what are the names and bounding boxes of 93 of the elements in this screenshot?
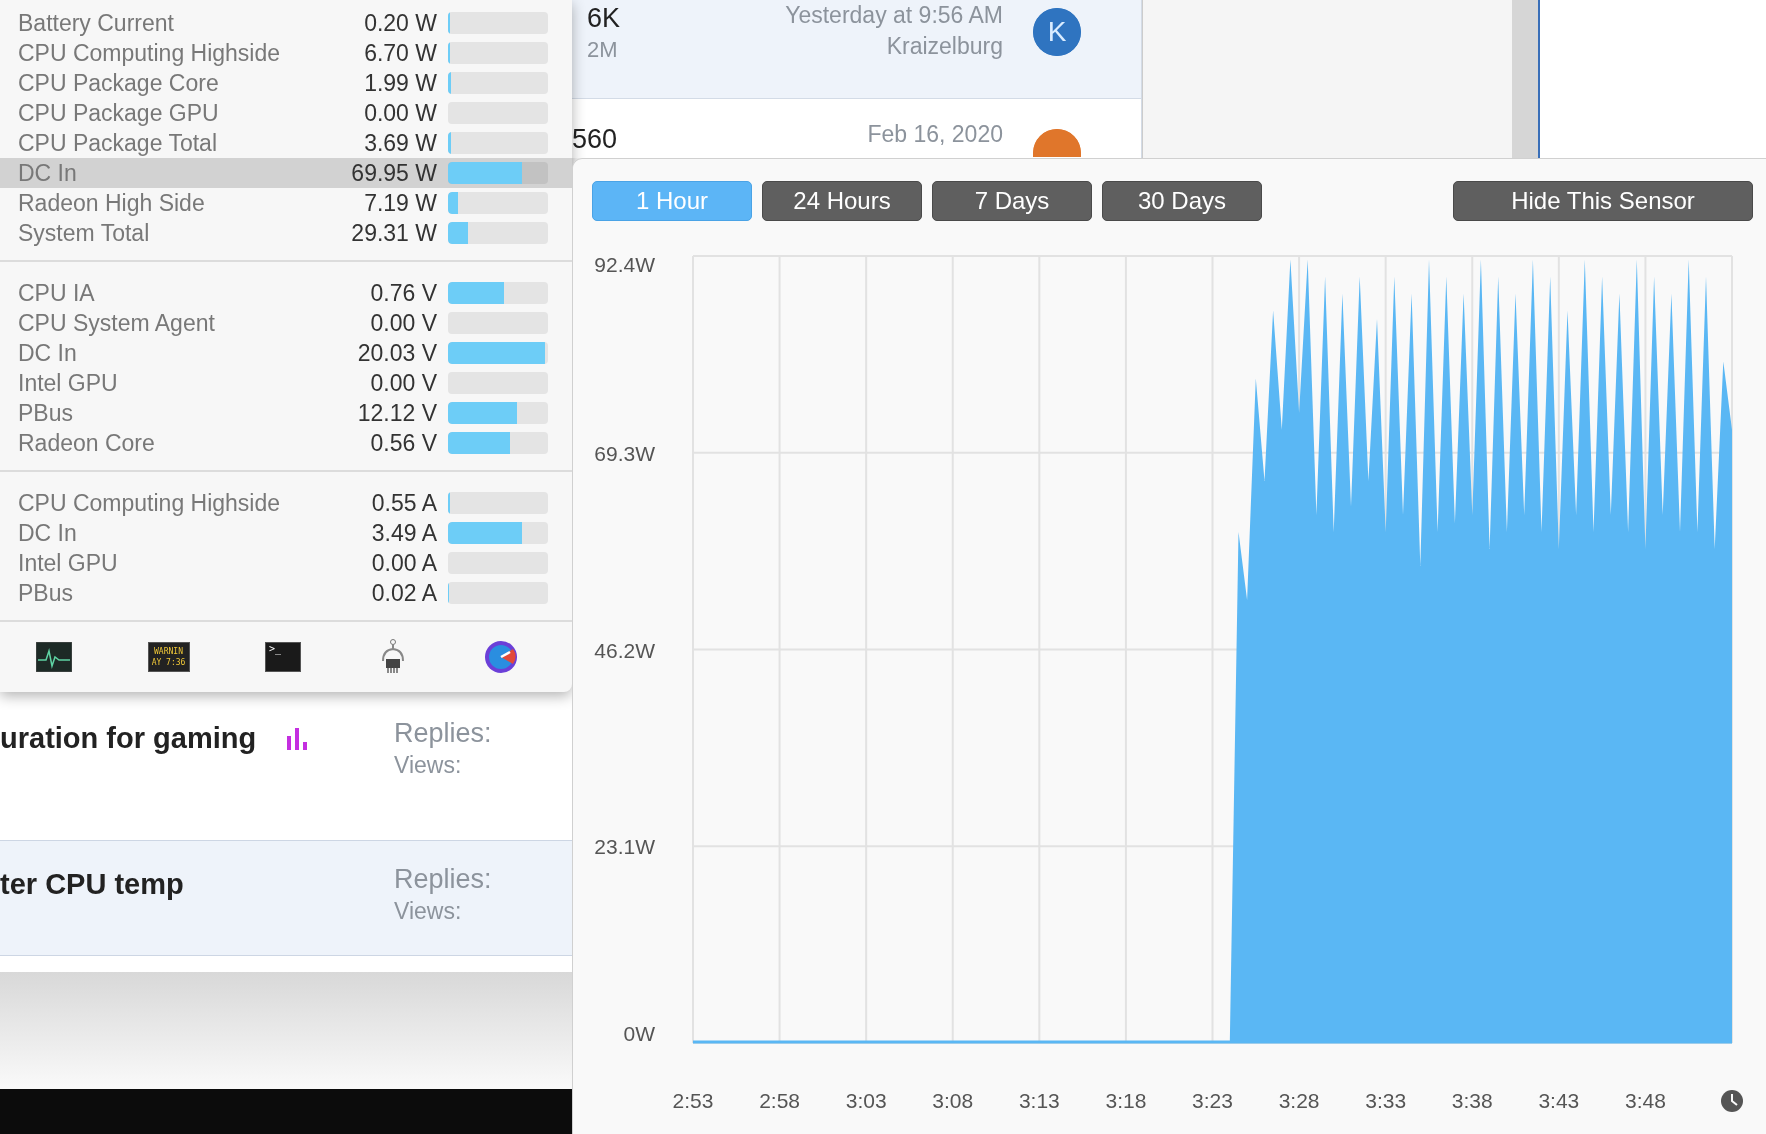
sensor-name: Battery Current <box>18 8 175 38</box>
sensor-row[interactable]: Radeon Core 0.56 V <box>0 428 572 458</box>
sensor-reading: 0.00 V <box>369 368 437 398</box>
replies-label: Replies: <box>394 717 492 749</box>
x-axis-label: 3:18 <box>1105 1089 1147 1112</box>
sensor-reading: 0.00 A <box>370 548 437 578</box>
sensor-row[interactable]: PBus 0.02 A <box>0 578 572 608</box>
sensor-row[interactable]: CPU Computing Highside 0.55 A <box>0 488 572 518</box>
activity-monitor-icon[interactable] <box>36 642 72 672</box>
x-axis-label: 3:28 <box>1278 1089 1320 1112</box>
sensor-reading: 0.20 W <box>363 8 437 38</box>
thread-stats-row[interactable]: 6K 2M Yesterday at 9:56 AM Kraizelburg K <box>572 0 1141 99</box>
sensor-row[interactable]: CPU Package Core 1.99 W <box>0 68 572 98</box>
sensor-name: CPU Package GPU <box>18 98 220 128</box>
sensor-reading: 0.00 V <box>369 308 437 338</box>
sensor-reading: 0.76 V <box>369 278 437 308</box>
sensor-row[interactable]: Battery Current 0.20 W <box>0 8 572 38</box>
sensor-row[interactable]: DC In 3.49 A <box>0 518 572 548</box>
sensor-reading: 0.56 V <box>369 428 437 458</box>
x-axis-label: 3:38 <box>1451 1089 1493 1112</box>
reply-count: 560 <box>572 123 619 155</box>
sensor-reading: 3.69 W <box>363 128 437 158</box>
sensor-row[interactable]: PBus 12.12 V <box>0 398 572 428</box>
x-axis-label: 3:13 <box>1018 1089 1060 1112</box>
sensor-name: Intel GPU <box>18 368 119 398</box>
sensor-row[interactable]: Intel GPU 0.00 A <box>0 548 572 578</box>
replies-label: Replies: <box>394 863 492 895</box>
sensor-name: PBus <box>18 578 74 608</box>
sensor-reading: 0.55 A <box>370 488 437 518</box>
sensor-name: System Total <box>18 218 151 248</box>
views-label: Views: <box>394 751 463 780</box>
y-axis-label: 23.1W <box>594 835 655 859</box>
sensor-name: DC In <box>18 158 78 188</box>
y-axis-label: 46.2W <box>594 638 655 662</box>
view-count: 2M <box>587 36 619 64</box>
range-tab[interactable]: 7 Days <box>932 180 1092 221</box>
sensor-name: DC In <box>18 518 78 548</box>
range-tab[interactable]: 30 Days <box>1102 180 1262 221</box>
range-tab[interactable]: 24 Hours <box>762 180 922 221</box>
y-axis-label: 92.4W <box>594 253 655 276</box>
hide-sensor-button[interactable]: Hide This Sensor <box>1453 180 1753 221</box>
sensor-row[interactable]: CPU Package Total 3.69 W <box>0 128 572 158</box>
sensor-row[interactable]: System Total 29.31 W <box>0 218 572 248</box>
sensor-row[interactable]: DC In 69.95 W <box>0 158 572 188</box>
sensor-name: CPU Package Core <box>18 68 220 98</box>
sensor-row[interactable]: CPU Package GPU 0.00 W <box>0 98 572 128</box>
sensor-row[interactable]: CPU Computing Highside 6.70 W <box>0 38 572 68</box>
x-axis-label: 3:03 <box>845 1089 887 1112</box>
thread-row[interactable]: uration for gaming Replies: Views: <box>0 699 572 840</box>
sensor-reading: 1.99 W <box>363 68 437 98</box>
sensor-reading: 20.03 V <box>356 338 437 368</box>
sensor-name: CPU Computing Highside <box>18 488 282 518</box>
views-label: Views: <box>394 897 463 926</box>
sensor-reading: 29.31 W <box>350 218 437 248</box>
x-axis-label: 3:48 <box>1625 1089 1666 1112</box>
sensor-name: CPU Computing Highside <box>18 38 282 68</box>
y-axis-label: 0W <box>623 1022 655 1045</box>
x-axis-label: 3:08 <box>932 1089 974 1112</box>
y-axis-label: 69.3W <box>594 441 655 465</box>
sensor-reading: 6.70 W <box>363 38 437 68</box>
sensor-row[interactable]: DC In 20.03 V <box>0 338 572 368</box>
sensor-reading: 69.95 W <box>350 158 437 188</box>
sensor-name: CPU IA <box>18 278 96 308</box>
sensor-name: Radeon Core <box>18 428 156 458</box>
x-axis-label: 3:43 <box>1538 1089 1580 1112</box>
clock-icon <box>1721 1090 1743 1112</box>
sensor-reading: 3.49 A <box>370 518 437 548</box>
sensor-name: CPU Package Total <box>18 128 218 158</box>
console-icon[interactable]: WARNIN AY 7:36 <box>147 642 190 672</box>
reply-count: 6K <box>587 2 622 34</box>
sensor-row[interactable]: CPU IA 0.76 V <box>0 278 572 308</box>
sensor-name: CPU System Agent <box>18 308 216 338</box>
gauge-icon[interactable] <box>484 640 518 674</box>
thread-row[interactable]: ter CPU temp Replies: Views: <box>0 840 572 956</box>
x-axis-label: 3:23 <box>1192 1089 1233 1112</box>
thread-title[interactable]: uration for gaming <box>0 717 257 761</box>
sensor-row[interactable]: Intel GPU 0.00 V <box>0 368 572 398</box>
sensor-reading: 12.12 V <box>356 398 437 428</box>
sensor-reading: 7.19 W <box>363 188 437 218</box>
x-axis-label: 2:53 <box>672 1089 714 1112</box>
x-axis-label: 3:33 <box>1365 1089 1407 1112</box>
sensor-reading: 0.02 A <box>370 578 437 608</box>
terminal-icon[interactable]: >_ <box>265 642 301 672</box>
sensor-name: PBus <box>18 398 74 428</box>
sensor-name: DC In <box>18 338 78 368</box>
thread-title[interactable]: ter CPU temp <box>0 863 184 907</box>
sensor-row[interactable]: CPU System Agent 0.00 V <box>0 308 572 338</box>
sensor-name: Intel GPU <box>18 548 119 578</box>
avatar[interactable]: K <box>1033 8 1081 56</box>
sensor-name: Radeon High Side <box>18 188 206 218</box>
sensor-reading: 0.00 W <box>363 98 437 128</box>
sensor-row[interactable]: Radeon High Side 7.19 W <box>0 188 572 218</box>
x-axis-label: 2:58 <box>759 1089 800 1112</box>
